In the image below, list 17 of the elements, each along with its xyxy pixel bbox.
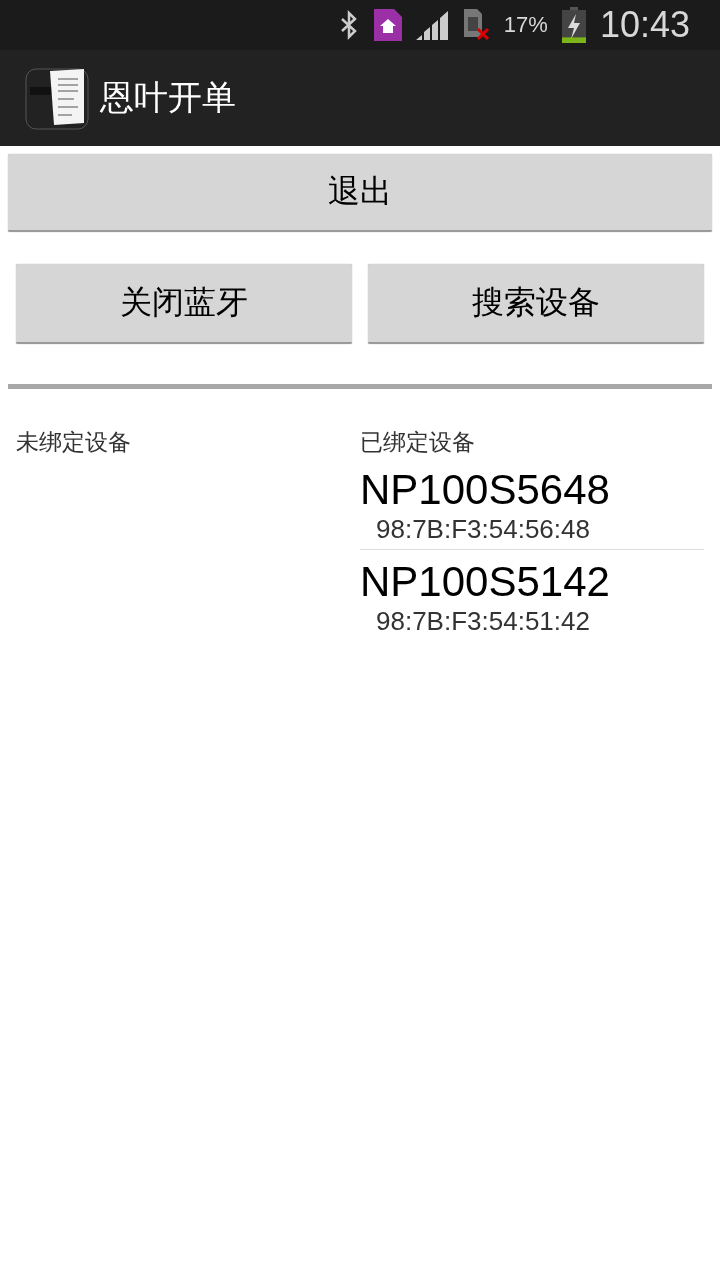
printer-icon [24, 65, 90, 131]
device-name[interactable]: NP100S5142 [360, 558, 704, 606]
clock: 10:43 [599, 4, 690, 46]
action-button[interactable]: 关闭蓝牙 [16, 264, 352, 344]
device-name[interactable]: NP100S5648 [360, 466, 704, 514]
exit-button[interactable]: 退出 [8, 154, 712, 232]
app-title: 恩叶开单 [100, 76, 236, 119]
sim-card-icon [463, 9, 490, 41]
home-icon [373, 9, 402, 41]
section-label: 已绑定设备 [360, 428, 476, 457]
battery-icon [561, 7, 586, 43]
battery-percent: 17% [503, 12, 548, 38]
action-button[interactable]: 搜索设备 [368, 264, 704, 344]
signal-icon [415, 10, 450, 40]
device-address: 98:7B:F3:54:51:42 [375, 606, 591, 637]
device-address: 98:7B:F3:54:56:48 [375, 514, 591, 545]
section-label: 未绑定设备 [16, 428, 132, 457]
